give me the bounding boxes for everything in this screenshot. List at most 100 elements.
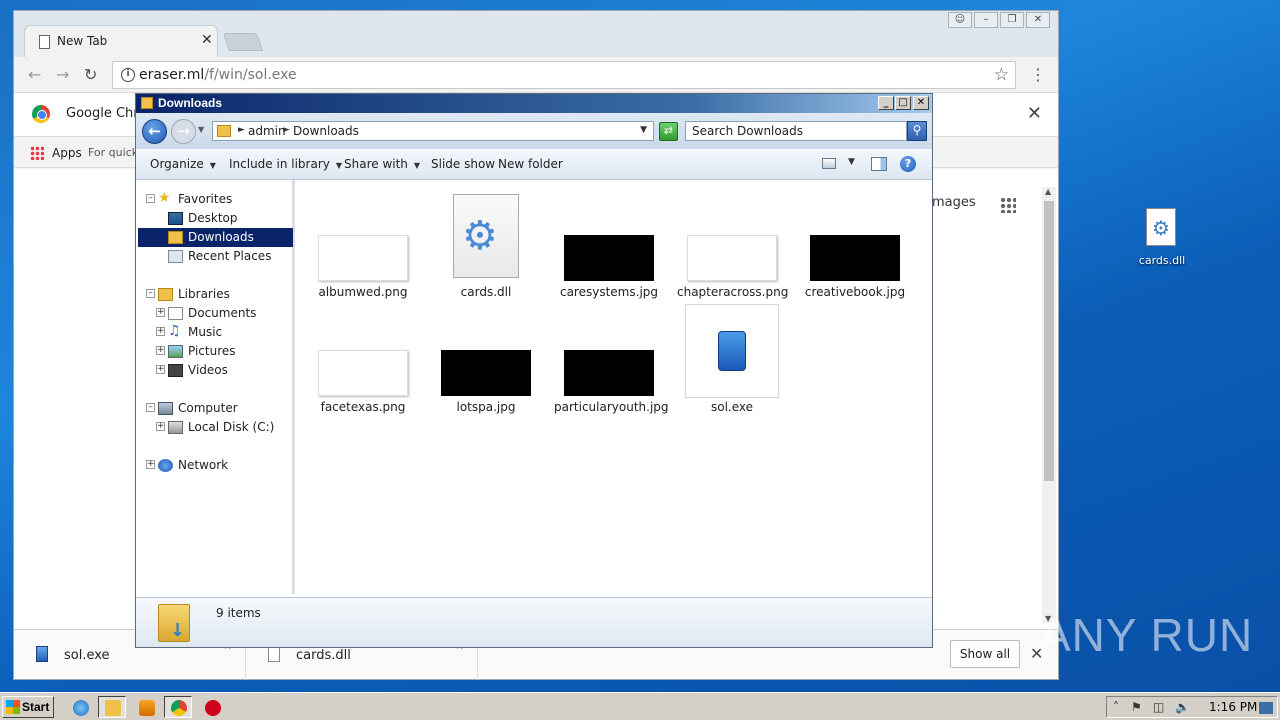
collapse-icon[interactable]: – [146,289,155,298]
info-bar-close-icon[interactable]: ✕ [1027,103,1042,124]
scroll-up-icon[interactable]: ▲ [1045,187,1051,196]
file-item[interactable]: chapteracross.png [677,194,788,304]
explorer-taskbar-icon[interactable] [98,696,126,718]
address-bar[interactable]: i eraser.ml/f/win/sol.exe ☆ [112,61,1016,89]
action-center-flag-icon[interactable]: ⚑ [1131,700,1142,714]
collapse-icon[interactable]: – [146,194,155,203]
downloads-folder-icon [168,231,183,244]
file-item[interactable]: caresystems.jpg [554,194,664,304]
show-all-button[interactable]: Show all [950,640,1020,668]
close-button[interactable]: ✕ [1026,12,1050,28]
view-icon[interactable] [822,158,836,169]
organize-button[interactable]: Organize ▼ [150,157,216,171]
share-with-button[interactable]: Share with ▼ [344,157,420,171]
download-name: sol.exe [64,648,110,663]
nav-desktop[interactable]: Desktop [138,209,293,228]
new-folder-button[interactable]: New folder [498,157,563,171]
reload-icon[interactable]: ↻ [84,65,97,84]
start-button[interactable]: Start [2,696,54,718]
info-icon[interactable]: i [121,68,135,82]
chevron-right-icon[interactable]: ► [283,125,290,135]
scroll-thumb[interactable] [1044,201,1054,481]
nav-network[interactable]: + Network [138,456,293,475]
volume-icon[interactable]: 🔈 [1175,700,1190,714]
expand-icon[interactable]: + [146,460,155,469]
file-item[interactable]: particularyouth.jpg [554,308,669,418]
tab-close-icon[interactable]: ✕ [201,32,213,48]
profile-icon[interactable]: ☺ [948,12,972,28]
explorer-title-bar[interactable]: Downloads _ □ ✕ [136,94,932,113]
tab-new-tab[interactable]: New Tab ✕ [24,25,218,57]
include-in-library-button[interactable]: Include in library ▼ [229,157,342,171]
show-desktop-icon[interactable] [1259,702,1273,714]
expand-icon[interactable]: + [156,308,165,317]
nav-libraries[interactable]: – Libraries [138,285,293,304]
nav-documents[interactable]: + Documents [138,304,293,323]
slide-show-button[interactable]: Slide show [431,157,495,171]
close-button[interactable]: ✕ [913,96,929,110]
maximize-button[interactable]: □ [895,96,911,110]
apps-grid-icon[interactable] [30,146,44,160]
breadcrumb-downloads[interactable]: Downloads [293,124,359,138]
chevron-right-icon[interactable]: ► [238,125,245,135]
media-player-taskbar-icon[interactable] [132,696,160,718]
chrome-logo-icon [32,105,50,123]
expand-icon[interactable]: + [156,327,165,336]
file-item[interactable]: lotspa.jpg [431,308,541,418]
file-item-selected[interactable]: sol.exe [677,304,787,418]
expand-icon[interactable]: + [156,422,165,431]
menu-dots-icon[interactable]: ⋮ [1030,65,1046,84]
back-arrow-icon[interactable]: ← [28,65,41,84]
file-item[interactable]: creativebook.jpg [800,194,910,304]
bookmarks-hint: For quick [88,146,139,159]
expand-icon[interactable]: + [156,346,165,355]
back-button[interactable]: ← [142,119,167,144]
breadcrumb[interactable]: ► admin ► Downloads ▼ [212,121,654,141]
forward-arrow-icon[interactable]: → [56,65,69,84]
collapse-icon[interactable]: – [146,403,155,412]
tab-strip: New Tab ✕ ☺ – ❐ ✕ [14,11,1058,57]
bookmark-star-icon[interactable]: ☆ [994,65,1009,85]
minimize-button[interactable]: _ [878,96,894,110]
history-dropdown-icon[interactable]: ▼ [198,125,204,134]
nav-downloads[interactable]: Downloads [138,228,293,247]
preview-pane-icon[interactable] [871,157,887,171]
nav-recent-places[interactable]: Recent Places [138,247,293,266]
nav-local-disk[interactable]: + Local Disk (C:) [138,418,293,437]
file-item[interactable]: ⚙ cards.dll [431,194,541,304]
file-item[interactable]: albumwed.png [308,194,418,304]
restore-button[interactable]: ❐ [1000,12,1024,28]
show-hidden-icons-icon[interactable]: ˄ [1113,700,1119,714]
chevron-down-icon[interactable]: ▼ [640,125,647,135]
nav-pictures[interactable]: + Pictures [138,342,293,361]
apps-link[interactable]: Apps [52,146,82,160]
minimize-button[interactable]: – [974,12,998,28]
nav-favorites[interactable]: – ★ Favorites [138,190,293,209]
page-scrollbar[interactable]: ▲ ▼ [1042,187,1056,623]
file-item[interactable]: facetexas.png [308,308,418,418]
new-tab-button[interactable] [222,33,264,51]
clock[interactable]: 1:16 PM [1209,700,1257,714]
desktop-file-cards-dll[interactable]: ⚙ cards.dll [1130,206,1194,270]
image-thumbnail [318,235,408,281]
chrome-taskbar-icon[interactable] [164,696,192,718]
help-icon[interactable]: ? [900,156,916,172]
images-link[interactable]: mages [932,195,976,210]
breadcrumb-admin[interactable]: admin [248,124,286,138]
network-status-icon[interactable]: ◫ [1153,700,1164,714]
nav-computer[interactable]: – Computer [138,399,293,418]
stop-taskbar-icon[interactable] [198,696,226,718]
apps-launcher-icon[interactable] [1000,197,1016,213]
tab-title: New Tab [57,34,108,48]
page-icon [39,35,50,49]
refresh-icon[interactable]: ⇄ [659,122,678,141]
nav-videos[interactable]: + Videos [138,361,293,380]
exe-icon [36,646,48,662]
search-icon[interactable]: ⚲ [907,121,927,141]
ie-taskbar-icon[interactable] [66,696,94,718]
nav-music[interactable]: + ♫ Music [138,323,293,342]
forward-button[interactable]: → [171,119,196,144]
expand-icon[interactable]: + [156,365,165,374]
view-dropdown-icon[interactable]: ▼ [848,157,855,167]
search-input[interactable]: Search Downloads [685,121,907,141]
